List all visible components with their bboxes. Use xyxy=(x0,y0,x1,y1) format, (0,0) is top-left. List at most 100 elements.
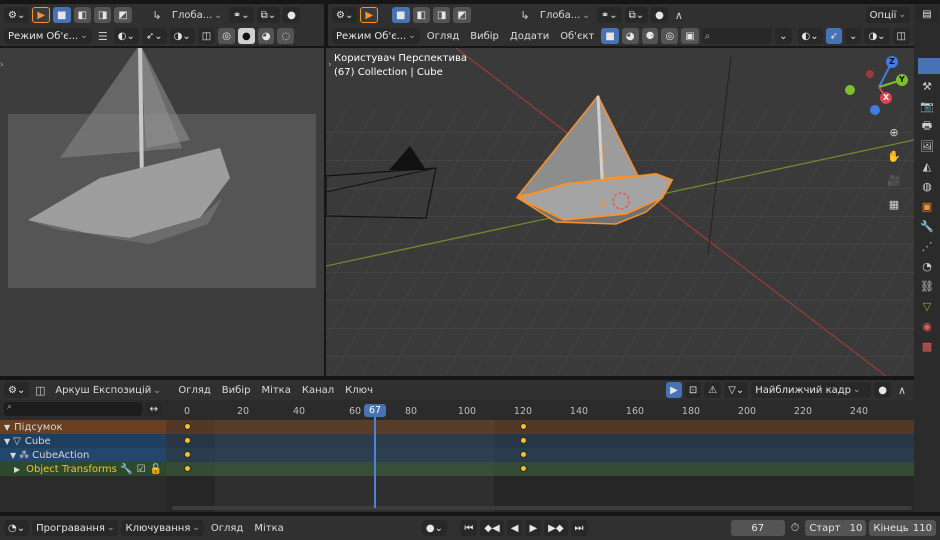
gizmo-toggle-button-main[interactable]: ➶ xyxy=(825,28,843,44)
main-viewport-collapse-icon[interactable]: › xyxy=(328,60,332,70)
mode-invert-button[interactable]: ◩ xyxy=(114,7,132,23)
timeline-editor-button[interactable]: ◔⌄ xyxy=(4,520,30,536)
tool-icon[interactable]: ⚒ xyxy=(919,78,935,94)
modifier-wrench-icon[interactable]: 🔧 xyxy=(120,464,132,475)
filters-button[interactable]: ▽⌄ xyxy=(724,382,749,398)
texture-icon[interactable]: ▩ xyxy=(919,338,935,354)
pivot-button-main[interactable]: ⚭⌄ xyxy=(596,7,622,23)
overlay-button[interactable]: ◑⌄ xyxy=(169,28,195,44)
interaction-mode-dropdown-main[interactable]: Режим Об'є... xyxy=(332,28,420,44)
search-field[interactable]: ⌕ xyxy=(701,28,773,44)
expand-icon[interactable]: ▼ xyxy=(4,437,10,446)
left-collapse-icon[interactable]: › xyxy=(0,60,4,70)
scrollbar[interactable] xyxy=(172,506,912,510)
physics-icon[interactable]: ◔ xyxy=(919,258,935,274)
shading-solid-button[interactable]: ● xyxy=(237,28,255,44)
select-tool-button[interactable]: ▶ xyxy=(32,7,51,23)
menu-add[interactable]: Додати xyxy=(506,31,553,42)
interaction-mode-dropdown[interactable]: Режим Об'є... xyxy=(4,28,92,44)
menu-select[interactable]: Вибір xyxy=(466,31,503,42)
play-reverse-button[interactable]: ◀ xyxy=(506,520,523,536)
transform-orientation-dropdown-main[interactable]: Глоба... xyxy=(536,10,594,21)
show-hidden-button[interactable]: ⊡ xyxy=(684,382,702,398)
gizmo-dropdown-button[interactable]: ⌄ xyxy=(845,28,862,44)
dopesheet-menu-select[interactable]: Вибір xyxy=(218,385,255,396)
checkbox-icon[interactable]: ☑ xyxy=(137,464,146,475)
particles-icon[interactable]: ⋰ xyxy=(919,238,935,254)
current-frame-field[interactable]: 67 xyxy=(730,520,785,536)
keyframe-summary-120[interactable] xyxy=(520,423,527,430)
shading-render-button[interactable]: ◌ xyxy=(277,28,295,44)
dopesheet-falloff-icon[interactable]: ∧ xyxy=(894,382,910,398)
menu-marker[interactable]: Мітка xyxy=(250,523,287,534)
view-layer-icon[interactable]: 🖼 xyxy=(919,138,935,154)
playhead-frame-indicator[interactable]: 67 xyxy=(364,404,386,417)
scene-icon[interactable]: ◭ xyxy=(919,158,935,174)
world-icon[interactable]: ◍ xyxy=(919,178,935,194)
timer-icon[interactable]: ⏱ xyxy=(788,520,803,536)
menu-keying[interactable]: Ключування xyxy=(121,520,204,536)
pivot-button[interactable]: ⚭⌄ xyxy=(228,7,254,23)
menu-object[interactable]: Об'єкт xyxy=(556,31,598,42)
keyframe-summary-0[interactable] xyxy=(184,423,191,430)
menu-icon[interactable]: ☰ xyxy=(95,28,111,44)
jump-end-button[interactable]: ⏭ xyxy=(570,520,588,536)
start-frame-field[interactable]: Старт 10 xyxy=(805,520,867,536)
expand-icon[interactable]: ▼ xyxy=(10,451,16,460)
editor-type-button-main[interactable]: ⚙⌄ xyxy=(332,7,358,23)
keyframe-action-120[interactable] xyxy=(520,451,527,458)
dopesheet-menu-channel[interactable]: Канал xyxy=(298,385,338,396)
menu-view[interactable]: Огляд xyxy=(423,31,463,42)
render-icon[interactable]: 📷 xyxy=(919,98,935,114)
mode-extend-button-main[interactable]: ◧ xyxy=(412,7,430,23)
left-viewport[interactable] xyxy=(0,48,324,376)
prev-keyframe-button[interactable]: ◆◀ xyxy=(480,520,504,536)
mode-extend-button[interactable]: ◧ xyxy=(73,7,91,23)
navigation-gizmo[interactable] xyxy=(844,52,914,122)
collapse-icon[interactable]: ▶ xyxy=(14,465,20,474)
proportional-button[interactable]: ● xyxy=(283,7,300,23)
dopesheet-menu-key[interactable]: Ключ xyxy=(341,385,377,396)
material-icon[interactable]: ◉ xyxy=(919,318,935,334)
only-errors-button[interactable]: ⚠ xyxy=(704,382,722,398)
data-icon[interactable]: ▽ xyxy=(919,298,935,314)
shading-wire-button[interactable]: ◎ xyxy=(218,28,235,44)
visibility-button-main[interactable]: ◐⌄ xyxy=(797,28,823,44)
object-icon[interactable]: ▣ xyxy=(919,198,935,214)
main-viewport[interactable]: Користувач Перспектива (67) Collection |… xyxy=(326,48,914,376)
snap-button[interactable]: ⧉⌄ xyxy=(256,7,281,23)
mode-subtract-button-main[interactable]: ◨ xyxy=(432,7,451,23)
output-icon[interactable]: 🖶 xyxy=(919,118,935,134)
xray-button[interactable]: ◫ xyxy=(197,28,216,44)
menu-view-playback[interactable]: Огляд xyxy=(207,523,247,534)
keyframe-transforms-120[interactable] xyxy=(520,465,527,472)
falloff-icon[interactable]: ∧ xyxy=(671,7,687,23)
keyframe-cube-120[interactable] xyxy=(520,437,527,444)
keyframe-cube-0[interactable] xyxy=(184,437,191,444)
ortho-grid-icon[interactable]: ▦ xyxy=(886,196,902,212)
constraints-icon[interactable]: ⛓ xyxy=(919,278,935,294)
dopesheet-menu-marker[interactable]: Мітка xyxy=(257,385,294,396)
jump-start-button[interactable]: ⏮ xyxy=(460,520,478,536)
dopesheet-menu-view[interactable]: Огляд xyxy=(174,385,214,396)
modifier-wrench-icon[interactable]: 🔧 xyxy=(919,218,935,234)
properties-active-tab[interactable] xyxy=(918,58,940,74)
overlay-button-main[interactable]: ◑⌄ xyxy=(864,28,890,44)
search-toggle-button[interactable]: ⌄ xyxy=(775,28,792,44)
select-tool-button-main[interactable]: ▶ xyxy=(360,7,379,23)
filter-light-button[interactable]: ◕ xyxy=(621,28,639,44)
auto-keying-button[interactable]: ●⌄ xyxy=(421,520,448,536)
keyframe-action-0[interactable] xyxy=(184,451,191,458)
filter-other-button[interactable]: ▣ xyxy=(681,28,699,44)
expand-icon[interactable]: ▼ xyxy=(4,423,10,432)
end-frame-field[interactable]: Кінець 110 xyxy=(869,520,936,536)
channel-search-input[interactable]: ⌕ xyxy=(4,402,142,416)
filter-empty-button[interactable]: ◎ xyxy=(661,28,679,44)
proportional-edit-button[interactable]: ● xyxy=(874,382,891,398)
mode-new-button-main[interactable]: ■ xyxy=(392,7,410,23)
keyframe-transforms-0[interactable] xyxy=(184,465,191,472)
pan-hand-icon[interactable]: ✋ xyxy=(886,148,902,164)
visibility-button[interactable]: ◐⌄ xyxy=(113,28,139,44)
proportional-button-main[interactable]: ● xyxy=(651,7,668,23)
shading-material-button[interactable]: ◕ xyxy=(257,28,275,44)
